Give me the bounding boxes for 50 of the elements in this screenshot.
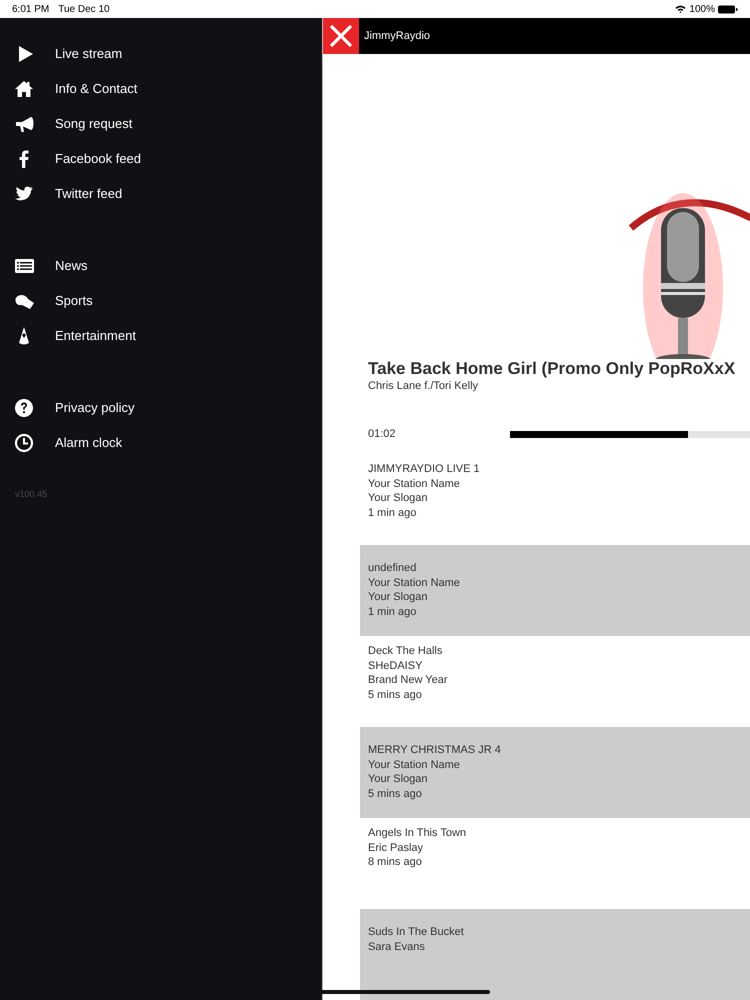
song-title: Take Back Home Girl (Promo Only PopRoXxX bbox=[368, 359, 736, 379]
menu-item[interactable]: Sports bbox=[0, 283, 322, 318]
history-text: Your Slogan bbox=[368, 590, 429, 606]
status-time: 6:01 PM bbox=[12, 2, 50, 16]
history-text: Brand New Year bbox=[368, 673, 448, 688]
version-label: v100.45 bbox=[14, 488, 48, 501]
status-date: Tue Dec 10 bbox=[58, 2, 110, 16]
menu-item[interactable]: Privacy policy bbox=[0, 390, 322, 425]
menu-item[interactable]: Facebook feed bbox=[0, 141, 322, 176]
history-text: 5 mins ago bbox=[368, 787, 423, 802]
menu-item[interactable]: News bbox=[0, 248, 322, 283]
home-icon bbox=[14, 78, 34, 98]
history-text: 1 min ago bbox=[368, 506, 418, 521]
history-text: Your Station Name bbox=[368, 476, 461, 492]
clock-icon bbox=[14, 432, 34, 452]
history-text: Deck The Halls bbox=[368, 644, 444, 659]
history-item[interactable]: undefined Your Station Name Your Slogan 1 min ago bbox=[360, 545, 750, 636]
elapsed-time: 01:02 bbox=[368, 426, 397, 442]
history-item[interactable]: Suds In The Bucket Sara Evans bbox=[360, 909, 750, 1000]
close-button[interactable] bbox=[323, 18, 359, 54]
history-text: SHeDAISY bbox=[368, 658, 424, 674]
menu-item[interactable]: Entertainment bbox=[0, 318, 322, 353]
history-text: Your Slogan bbox=[368, 772, 429, 788]
menu-item[interactable]: Twitter feed bbox=[0, 176, 322, 211]
song-artist: Chris Lane f./Tori Kelly bbox=[368, 379, 480, 393]
wifi-icon bbox=[675, 5, 686, 13]
history-text: Your Station Name bbox=[368, 758, 461, 772]
battery-icon bbox=[718, 4, 738, 14]
history-text: Your Station Name bbox=[368, 576, 461, 590]
menu-item[interactable]: Alarm clock bbox=[0, 425, 322, 460]
history-text: 5 mins ago bbox=[368, 688, 423, 703]
battery-percent: 100% bbox=[689, 2, 715, 16]
help-icon bbox=[14, 398, 34, 418]
history-text: Suds In The Bucket bbox=[368, 925, 465, 940]
close-icon bbox=[329, 24, 353, 48]
menu-item[interactable]: Live stream bbox=[0, 36, 322, 71]
history-text: MERRY CHRISTMAS JR 4 bbox=[368, 743, 502, 758]
bird-icon bbox=[14, 184, 34, 204]
history-text: Angels In This Town bbox=[368, 826, 468, 841]
history-text: Eric Paslay bbox=[368, 840, 424, 856]
menu-item[interactable]: Info & Contact bbox=[0, 71, 322, 106]
history-text: 8 mins ago bbox=[368, 855, 423, 870]
history-text: undefined bbox=[368, 561, 418, 576]
menu-item[interactable]: Song request bbox=[0, 106, 322, 141]
history-text: 1 min ago bbox=[368, 605, 418, 620]
app-title: JimmyRaydio bbox=[364, 28, 430, 44]
history-text: Your Slogan bbox=[368, 491, 429, 506]
history-text: JIMMYRAYDIO LIVE 1 bbox=[368, 462, 481, 477]
history-item[interactable]: MERRY CHRISTMAS JR 4 Your Station Name Your Slogan 5 mins ago bbox=[360, 727, 750, 818]
history-text: Sara Evans bbox=[368, 940, 426, 954]
